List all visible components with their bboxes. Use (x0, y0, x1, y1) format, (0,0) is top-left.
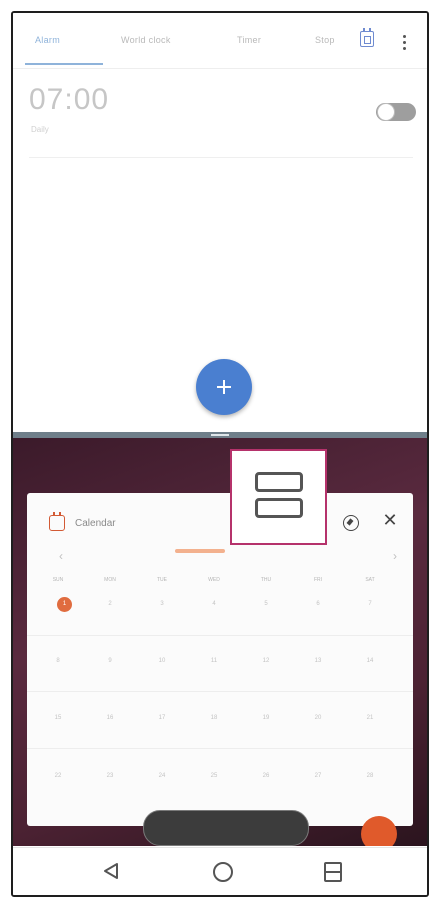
calendar-day[interactable]: 27 (303, 773, 333, 779)
phone-screen: Alarm World clock Timer Stop 07:00 Daily… (11, 11, 429, 897)
calendar-day[interactable]: 9 (95, 658, 125, 664)
weekday-label: FRI (313, 577, 323, 583)
calendar-day[interactable]: 20 (303, 715, 333, 721)
calendar-day[interactable]: 11 (199, 658, 229, 664)
bottom-pill-button[interactable] (143, 810, 309, 846)
calendar-day[interactable]: 5 (251, 601, 281, 607)
alarm-toggle[interactable] (376, 103, 416, 121)
calendar-day[interactable]: 2 (95, 601, 125, 607)
calendar-day[interactable]: 6 (303, 601, 333, 607)
calendar-card: Calendar ✕ ‹ › SUN MON TUE WED THU FRI S… (27, 493, 413, 826)
week-divider (27, 691, 413, 692)
split-recents-icon[interactable] (324, 862, 342, 882)
tab-alarm[interactable]: Alarm (35, 35, 60, 45)
calendar-day[interactable]: 13 (303, 658, 333, 664)
next-month-button[interactable]: › (393, 549, 397, 563)
alarm-repeat-label: Daily (31, 125, 49, 134)
calendar-day[interactable]: 15 (43, 715, 73, 721)
split-screen-highlight (230, 449, 327, 545)
compass-icon[interactable] (343, 515, 359, 531)
weekday-label: SUN (52, 577, 64, 583)
month-label-bar[interactable] (175, 549, 225, 553)
prev-month-button[interactable]: ‹ (59, 549, 63, 563)
split-screen-icon (255, 472, 303, 520)
add-alarm-button[interactable] (196, 359, 252, 415)
calendar-icon[interactable] (360, 28, 374, 47)
calendar-day[interactable]: 28 (355, 773, 385, 779)
today-date: 1 (62, 601, 67, 607)
weekday-label: TUE (157, 577, 167, 583)
calendar-day[interactable]: 24 (147, 773, 177, 779)
tab-timer[interactable]: Timer (237, 35, 261, 45)
alarm-time[interactable]: 07:00 (29, 83, 109, 117)
weekday-label: THU (260, 577, 272, 583)
tab-stopwatch[interactable]: Stop (315, 35, 335, 45)
tab-bar: Alarm World clock Timer Stop (13, 13, 427, 69)
calendar-day[interactable]: 21 (355, 715, 385, 721)
calendar-app-name: Calendar (75, 518, 116, 529)
week-divider (27, 748, 413, 749)
calendar-day[interactable]: 19 (251, 715, 281, 721)
calendar-day[interactable]: 17 (147, 715, 177, 721)
active-tab-indicator (25, 63, 103, 65)
calendar-day[interactable]: 26 (251, 773, 281, 779)
more-vert-icon[interactable] (403, 35, 407, 51)
calendar-day[interactable]: 10 (147, 658, 177, 664)
calendar-day[interactable]: 12 (251, 658, 281, 664)
calendar-day[interactable]: 3 (147, 601, 177, 607)
navigation-bar (13, 847, 427, 895)
weekday-label: MON (104, 577, 116, 583)
week-divider (27, 635, 413, 636)
toggle-knob (377, 103, 395, 121)
calendar-day[interactable]: 8 (43, 658, 73, 664)
calendar-day[interactable]: 4 (199, 601, 229, 607)
calendar-day[interactable]: 18 (199, 715, 229, 721)
calendar-day[interactable]: 23 (95, 773, 125, 779)
weekday-label: SAT (365, 577, 375, 583)
weekday-label: WED (208, 577, 220, 583)
calendar-day[interactable]: 22 (43, 773, 73, 779)
calendar-day[interactable]: 25 (199, 773, 229, 779)
split-handle[interactable] (211, 434, 229, 436)
calendar-app-icon (49, 512, 65, 531)
back-icon[interactable] (103, 862, 119, 880)
calendar-day[interactable]: 14 (355, 658, 385, 664)
divider (29, 157, 413, 158)
calendar-day[interactable]: 16 (95, 715, 125, 721)
tab-world-clock[interactable]: World clock (121, 35, 171, 45)
bottom-window: Calendar ✕ ‹ › SUN MON TUE WED THU FRI S… (13, 438, 427, 846)
close-icon[interactable]: ✕ (381, 511, 399, 529)
calendar-day[interactable]: 7 (355, 601, 385, 607)
today-marker[interactable]: 1 (57, 597, 72, 612)
divider (13, 68, 427, 69)
add-event-button[interactable] (361, 816, 397, 846)
home-icon[interactable] (213, 862, 233, 882)
